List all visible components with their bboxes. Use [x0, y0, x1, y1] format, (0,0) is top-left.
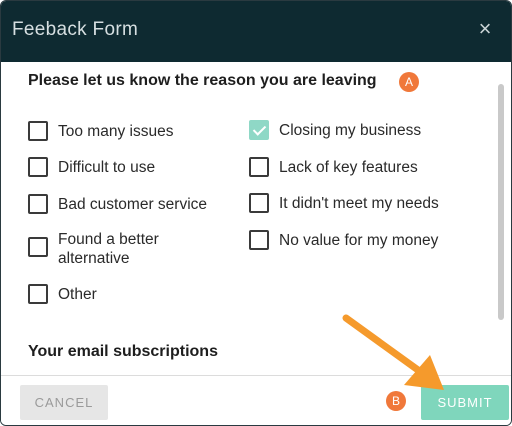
option-label: No value for my money [279, 232, 439, 249]
cancel-button[interactable]: CANCEL [20, 385, 108, 420]
checkbox[interactable] [249, 193, 269, 213]
option-label: Lack of key features [279, 159, 418, 176]
close-icon[interactable]: × [475, 18, 495, 40]
option-label: Bad customer service [58, 196, 208, 213]
checkbox[interactable] [249, 157, 269, 177]
scrollbar-thumb[interactable] [498, 84, 504, 320]
option-label: Closing my business [279, 122, 422, 139]
annotation-badge-b: B [386, 391, 406, 411]
checkbox[interactable] [28, 121, 48, 141]
dialog-body: Please let us know the reason you are le… [1, 62, 511, 375]
option-label: Found a better alternative [58, 231, 159, 267]
reason-heading: Please let us know the reason you are le… [28, 72, 377, 89]
submit-button[interactable]: SUBMIT [421, 385, 509, 420]
option-label: It didn't meet my needs [279, 195, 439, 212]
checkbox[interactable] [28, 157, 48, 177]
checkbox[interactable] [28, 284, 48, 304]
option-label: Other [58, 286, 97, 303]
subscriptions-heading: Your email subscriptions [28, 343, 218, 360]
option-label: Too many issues [58, 123, 174, 140]
dialog-header: Feeback Form × [1, 1, 511, 62]
annotation-badge-a: A [399, 72, 419, 92]
checkbox[interactable] [28, 194, 48, 214]
dialog-footer: CANCEL SUBMIT [1, 375, 511, 425]
option-label: Difficult to use [58, 159, 156, 176]
dialog-title: Feeback Form [12, 19, 139, 40]
checkbox[interactable] [28, 237, 48, 257]
checkbox[interactable] [249, 230, 269, 250]
feedback-dialog: Feeback Form × Please let us know the re… [0, 0, 512, 426]
check-icon[interactable] [249, 120, 269, 140]
